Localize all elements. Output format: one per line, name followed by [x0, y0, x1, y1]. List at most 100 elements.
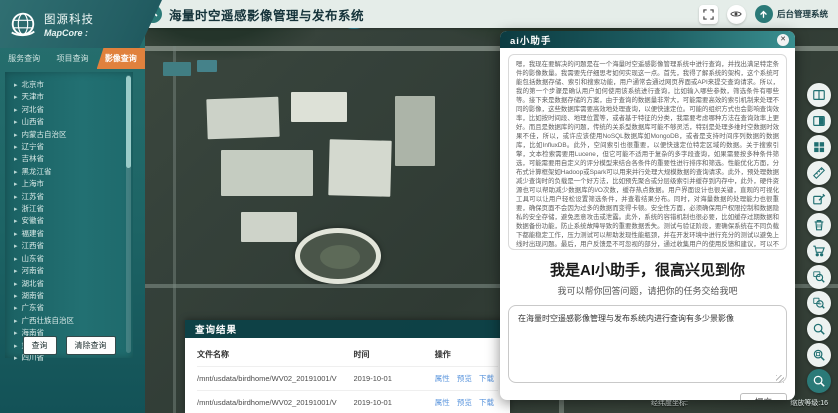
region-item[interactable]: 河北省: [14, 104, 133, 116]
draw-rectangle-icon[interactable]: [807, 187, 831, 211]
query-button[interactable]: 查询: [23, 336, 57, 355]
scrollbar-thumb[interactable]: [126, 76, 131, 168]
region-item[interactable]: 河南省: [14, 265, 133, 277]
region-item[interactable]: 湖北省: [14, 278, 133, 290]
ai-welcome-title: 我是AI小助手，很高兴见到你: [508, 259, 787, 280]
measure-icon[interactable]: [807, 161, 831, 185]
map-building: [241, 212, 297, 242]
region-item[interactable]: 黑龙江省: [14, 166, 133, 178]
ai-submit-row: 提交: [508, 393, 787, 400]
map-stadium: [295, 228, 381, 284]
query-results-panel: 查询结果 文件名称 时间 操作 /mnt/usdata/birdhome/WV0…: [185, 320, 510, 413]
column-time: 时间: [354, 345, 435, 367]
region-item[interactable]: 江苏省: [14, 191, 133, 203]
sidebar-tabs: 服务查询 项目查询 影像查询: [0, 48, 145, 69]
ai-input-wrap: 在海量时空遥感影像管理与发布系统内进行查询有多少景影像: [508, 305, 787, 388]
map-road: [173, 46, 176, 413]
layer-compare-icon[interactable]: [807, 109, 831, 133]
ai-panel-header[interactable]: ai小助手: [500, 31, 795, 48]
region-item[interactable]: 广西壮族自治区: [14, 315, 133, 327]
results-table-header: 文件名称 时间 操作: [197, 345, 498, 367]
sidebar-buttons: 查询 清除查询: [5, 336, 133, 355]
download-link[interactable]: 下载: [479, 374, 494, 383]
region-item[interactable]: 湖南省: [14, 290, 133, 302]
top-header: 海量时空遥感影像管理与发布系统 后台管理系统: [130, 0, 838, 28]
region-item[interactable]: 天津市: [14, 91, 133, 103]
region-item[interactable]: 浙江省: [14, 203, 133, 215]
brand-name: 图源科技: [44, 11, 94, 27]
tab-project-query[interactable]: 项目查询: [48, 48, 96, 69]
map-building: [328, 139, 391, 197]
file-path-cell: /mnt/usdata/birdhome/WV02_20191001/V: [197, 391, 354, 413]
tab-image-query[interactable]: 影像查询: [97, 48, 145, 69]
ai-panel-body: 嗯，我现在要解决的问题是在一个海量时空遥感影像管理系统中进行查询，并找出满足特定…: [500, 48, 795, 400]
grid-view-icon[interactable]: [807, 135, 831, 159]
ai-welcome-subtitle: 我可以帮你回答问题，请把你的任务交给我吧: [508, 284, 787, 297]
table-row[interactable]: /mnt/usdata/birdhome/WV02_20191001/V 201…: [197, 391, 498, 413]
operations-cell: 属性 预览 下载: [435, 391, 498, 413]
region-scrollbar[interactable]: [126, 75, 131, 353]
globe-logo-icon: [8, 9, 38, 39]
download-link[interactable]: 下载: [479, 398, 494, 407]
ai-task-input[interactable]: 在海量时空遥感影像管理与发布系统内进行查询有多少景影像: [508, 305, 787, 383]
ai-assistant-panel: ai小助手 嗯，我现在要解决的问题是在一个海量时空遥感影像管理系统中进行查询，并…: [500, 31, 795, 400]
resize-handle[interactable]: [776, 375, 784, 383]
map-building: [206, 97, 279, 139]
brand-text: 图源科技 MapCore :: [44, 11, 94, 38]
fullscreen-icon[interactable]: [699, 5, 718, 24]
time-cell: 2019-10-01: [354, 367, 435, 391]
region-item[interactable]: 山西省: [14, 116, 133, 128]
map-building: [163, 62, 191, 76]
ai-panel-title: ai小助手: [510, 33, 551, 47]
map-building: [221, 150, 313, 196]
column-file-name: 文件名称: [197, 345, 354, 367]
region-item[interactable]: 北京市: [14, 79, 133, 91]
map-building: [197, 60, 217, 72]
region-item[interactable]: 上海市: [14, 178, 133, 190]
eye-icon[interactable]: [727, 5, 746, 24]
admin-system-button[interactable]: 后台管理系统: [755, 5, 828, 23]
preview-link[interactable]: 预览: [457, 398, 472, 407]
operations-cell: 属性 预览 下载: [435, 367, 498, 391]
results-panel-title[interactable]: 查询结果: [185, 320, 510, 338]
file-path-cell: /mnt/usdata/birdhome/WV02_20191001/V: [197, 367, 354, 391]
submit-button[interactable]: 提交: [740, 393, 787, 400]
tab-service-query[interactable]: 服务查询: [0, 48, 48, 69]
results-panel-body: 文件名称 时间 操作 /mnt/usdata/birdhome/WV02_201…: [185, 338, 510, 413]
region-item[interactable]: 江西省: [14, 240, 133, 252]
region-panel: 北京市 天津市 河北省 山西省 内蒙古自治区 辽宁省 吉林省 黑龙江省 上海市 …: [5, 72, 133, 358]
region-item[interactable]: 福建省: [14, 228, 133, 240]
app-root: 经纬度坐标: 缩放等级:16 海量时空遥感影像管理与发布系统 后台管理系统: [0, 0, 838, 413]
close-icon[interactable]: [777, 34, 789, 46]
brand-subname: MapCore :: [44, 28, 94, 38]
zoom-area-in-icon[interactable]: [807, 265, 831, 289]
preview-link[interactable]: 预览: [457, 374, 472, 383]
clear-query-button[interactable]: 清除查询: [66, 336, 116, 355]
map-stadium-field: [320, 245, 360, 269]
region-item[interactable]: 安徽省: [14, 215, 133, 227]
cart-icon[interactable]: [807, 239, 831, 263]
page-title: 海量时空遥感影像管理与发布系统: [169, 5, 364, 24]
swipe-compare-icon[interactable]: [807, 83, 831, 107]
delete-icon[interactable]: [807, 213, 831, 237]
region-item[interactable]: 辽宁省: [14, 141, 133, 153]
map-building: [395, 96, 435, 166]
brand-block: 图源科技 MapCore :: [0, 0, 162, 48]
zoom-area-out-icon[interactable]: [807, 291, 831, 315]
sidebar: 服务查询 项目查询 影像查询 北京市 天津市 河北省 山西省 内蒙古自治区 辽宁…: [0, 0, 145, 413]
attribute-link[interactable]: 属性: [435, 398, 450, 407]
query-rect-icon[interactable]: [807, 343, 831, 367]
region-item[interactable]: 内蒙古自治区: [14, 129, 133, 141]
region-item[interactable]: 吉林省: [14, 153, 133, 165]
region-item[interactable]: 广东省: [14, 302, 133, 314]
admin-system-label: 后台管理系统: [777, 8, 828, 20]
attribute-link[interactable]: 属性: [435, 374, 450, 383]
table-row[interactable]: /mnt/usdata/birdhome/WV02_20191001/V 201…: [197, 367, 498, 391]
zoom-level-readout: 缩放等级:16: [790, 398, 828, 408]
query-point-icon[interactable]: [807, 317, 831, 341]
header-actions: 后台管理系统: [699, 5, 838, 24]
query-search-active-icon[interactable]: [807, 369, 831, 393]
arrow-up-icon: [755, 5, 773, 23]
region-item[interactable]: 山东省: [14, 253, 133, 265]
region-list: 北京市 天津市 河北省 山西省 内蒙古自治区 辽宁省 吉林省 黑龙江省 上海市 …: [14, 79, 133, 364]
